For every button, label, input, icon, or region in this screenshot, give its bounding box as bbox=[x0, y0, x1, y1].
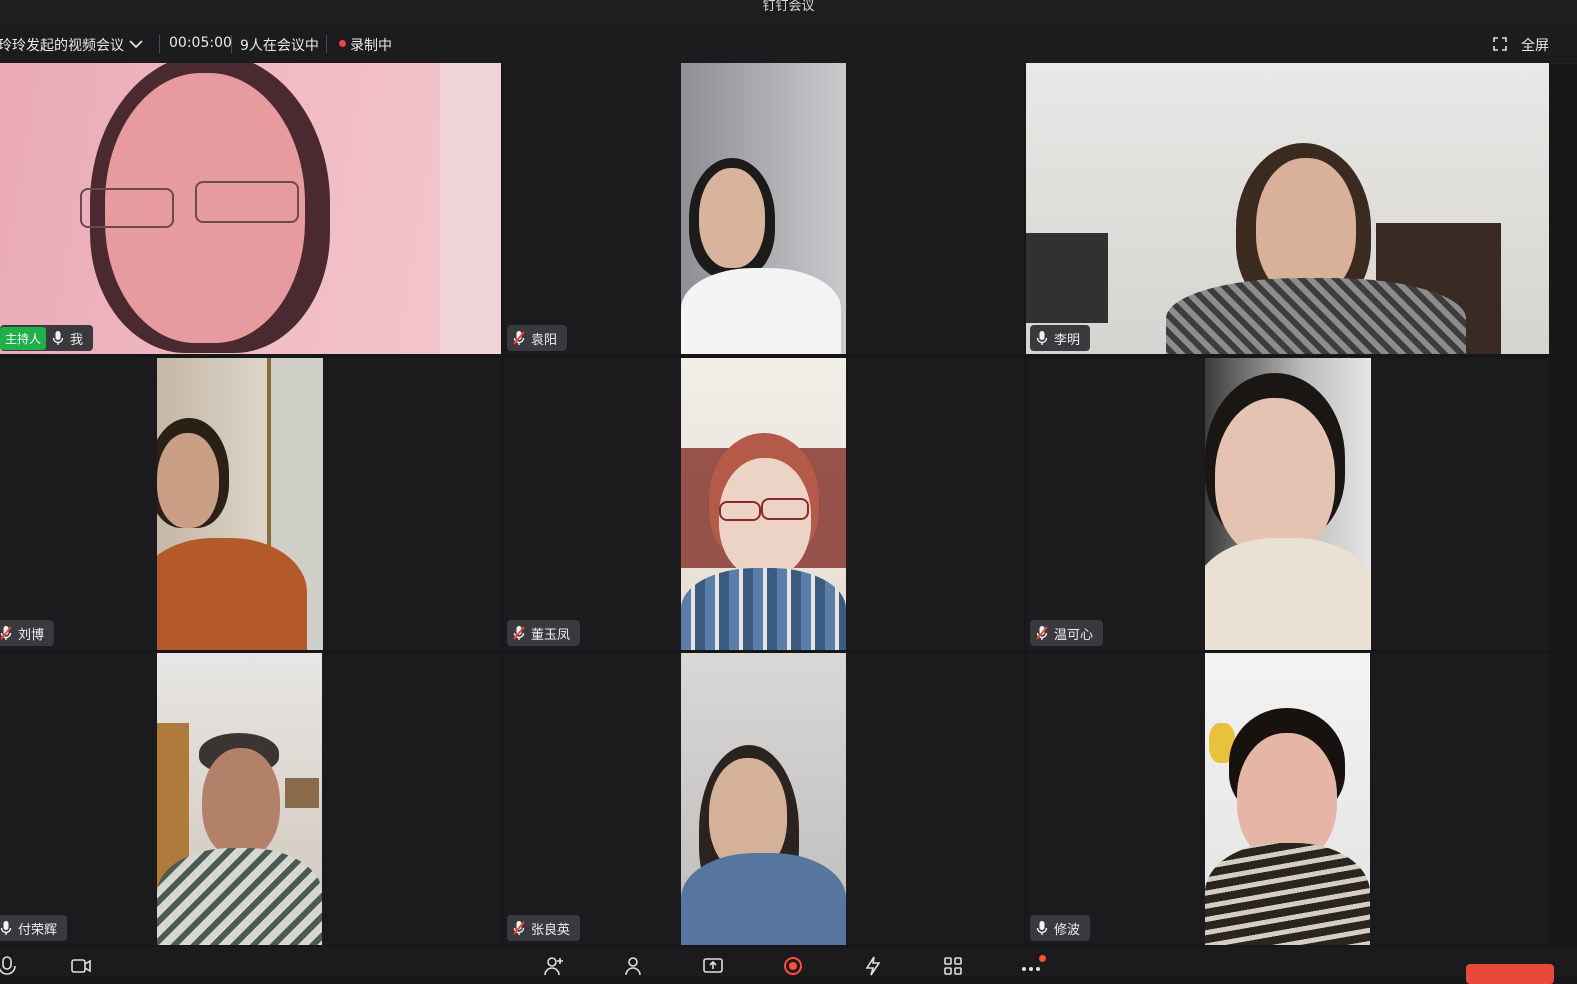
video-tile[interactable]: 修波 bbox=[1026, 653, 1549, 945]
fullscreen-button[interactable]: 全屏 bbox=[1521, 35, 1549, 55]
video-tile[interactable]: 温可心 bbox=[1026, 358, 1549, 650]
chevron-down-icon[interactable] bbox=[127, 36, 145, 52]
participant-name: 刘博 bbox=[18, 627, 45, 643]
participant-name: 付荣辉 bbox=[18, 922, 58, 938]
video-tile[interactable]: 刘博 bbox=[0, 358, 501, 650]
participant-nametag: 董玉凤 bbox=[507, 620, 581, 646]
microphone-muted-icon bbox=[1036, 626, 1048, 640]
participant-name: 我 bbox=[70, 332, 84, 348]
participant-video bbox=[1205, 358, 1371, 650]
participant-video bbox=[681, 358, 846, 650]
members-icon[interactable] bbox=[622, 955, 644, 977]
record-icon[interactable] bbox=[782, 955, 804, 977]
meeting-duration: 00:05:00 bbox=[169, 35, 232, 51]
divider bbox=[159, 35, 160, 53]
microphone-muted-icon bbox=[513, 921, 525, 935]
video-tile[interactable]: 张良英 bbox=[503, 653, 1024, 945]
participant-nametag: 付荣辉 bbox=[0, 915, 68, 941]
participant-name: 修波 bbox=[1054, 922, 1081, 938]
participant-nametag: 温可心 bbox=[1030, 620, 1104, 646]
recording-status[interactable]: 录制中 bbox=[350, 35, 392, 55]
divider bbox=[326, 35, 327, 53]
meeting-toolbar: 玲玲发起的视频会议 00:05:00 9人在会议中 录制中 全屏 bbox=[0, 25, 1577, 64]
divider bbox=[231, 35, 232, 53]
video-tile[interactable]: 董玉凤 bbox=[503, 358, 1024, 650]
participant-name: 袁阳 bbox=[531, 332, 558, 348]
host-badge: 主持人 bbox=[0, 326, 47, 350]
microphone-icon bbox=[0, 921, 12, 935]
participant-video bbox=[681, 653, 846, 945]
video-tile[interactable]: 付荣辉 bbox=[0, 653, 501, 945]
window-titlebar: 钉钉会议 bbox=[0, 0, 1577, 25]
participant-nametag: 修波 bbox=[1030, 915, 1091, 941]
participant-video bbox=[157, 358, 323, 650]
participant-video bbox=[681, 63, 846, 354]
microphone-icon bbox=[1036, 331, 1048, 345]
meeting-title[interactable]: 玲玲发起的视频会议 bbox=[0, 35, 124, 55]
participant-name: 董玉凤 bbox=[531, 627, 571, 643]
apps-icon[interactable] bbox=[942, 955, 964, 977]
interaction-icon[interactable] bbox=[862, 955, 884, 977]
participant-nametag: 张良英 bbox=[507, 915, 581, 941]
participant-name: 张良英 bbox=[531, 922, 571, 938]
end-meeting-button[interactable] bbox=[1466, 964, 1554, 984]
participant-name: 温可心 bbox=[1054, 627, 1094, 643]
participant-nametag: 主持人 我 bbox=[0, 325, 94, 351]
participant-video bbox=[1026, 63, 1549, 354]
participant-nametag: 袁阳 bbox=[507, 325, 568, 351]
bottom-control-bar bbox=[0, 947, 1577, 977]
participant-name: 李明 bbox=[1054, 332, 1081, 348]
participant-video bbox=[1205, 653, 1370, 945]
participant-video bbox=[0, 63, 501, 354]
recording-dot-icon bbox=[339, 40, 346, 47]
participant-count[interactable]: 9人在会议中 bbox=[240, 35, 319, 55]
microphone-icon bbox=[52, 331, 64, 345]
share-screen-icon[interactable] bbox=[702, 955, 724, 977]
camera-icon[interactable] bbox=[70, 955, 92, 977]
microphone-muted-icon bbox=[0, 626, 12, 640]
video-tile[interactable]: 主持人 我 bbox=[0, 63, 501, 354]
video-tile[interactable]: 袁阳 bbox=[503, 63, 1024, 354]
microphone-icon bbox=[1036, 921, 1048, 935]
participant-video bbox=[157, 653, 322, 945]
fullscreen-icon[interactable] bbox=[1493, 37, 1507, 51]
video-tile[interactable]: 李明 bbox=[1026, 63, 1549, 354]
microphone-muted-icon bbox=[513, 331, 525, 345]
microphone-icon[interactable] bbox=[0, 955, 18, 977]
microphone-muted-icon bbox=[513, 626, 525, 640]
invite-member-icon[interactable] bbox=[542, 955, 564, 977]
window-title: 钉钉会议 bbox=[762, 0, 815, 14]
notification-dot-icon bbox=[1039, 955, 1046, 962]
participant-nametag: 李明 bbox=[1030, 325, 1091, 351]
participant-nametag: 刘博 bbox=[0, 620, 55, 646]
